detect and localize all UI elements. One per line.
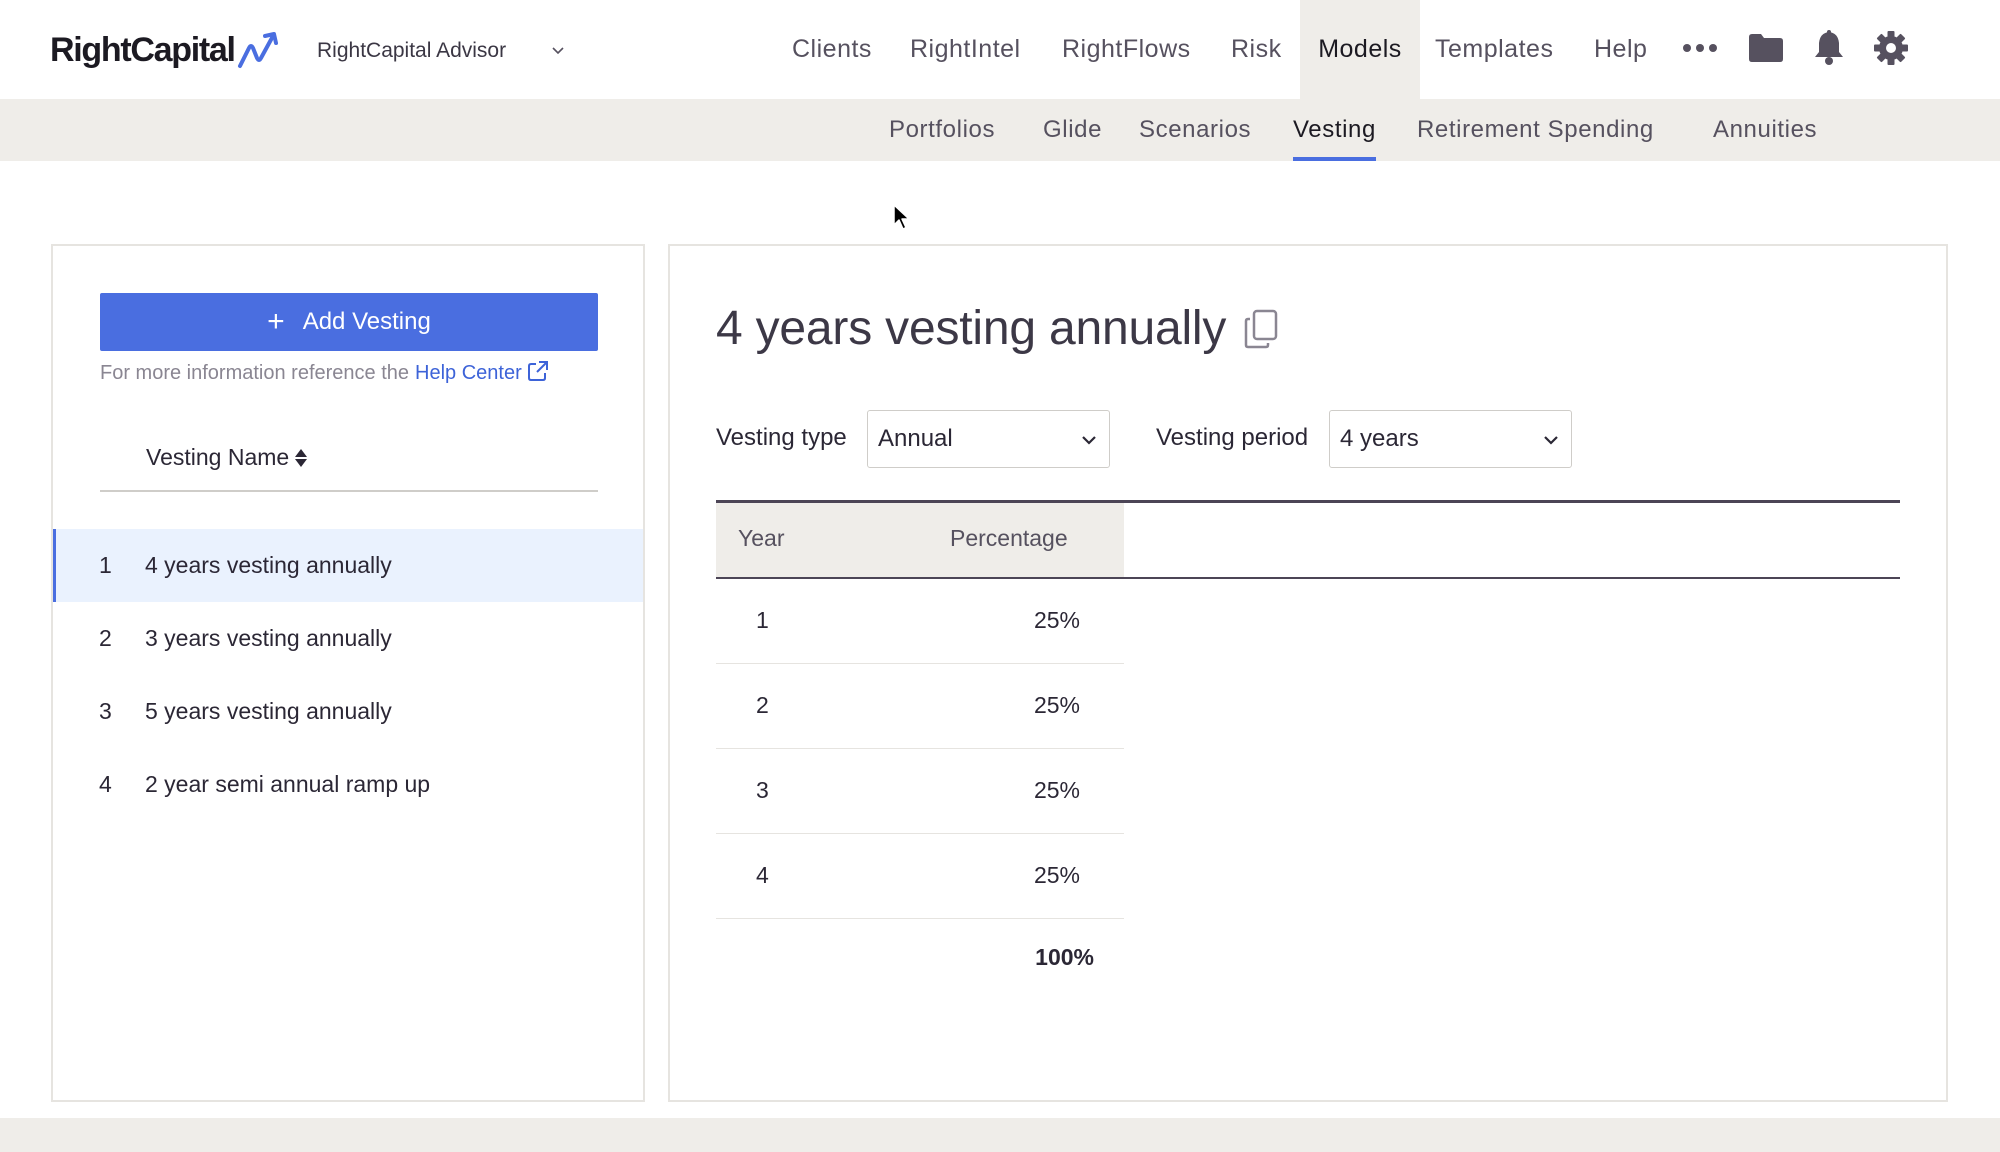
subnav-annuities[interactable]: Annuities <box>1713 99 1817 161</box>
vesting-list-panel: + Add Vesting For more information refer… <box>51 244 645 1102</box>
nav-rightflows[interactable]: RightFlows <box>1062 0 1191 99</box>
subnav-retirement-spending[interactable]: Retirement Spending <box>1417 99 1654 161</box>
vesting-period-select[interactable]: 4 years <box>1329 410 1572 468</box>
year-cell: 2 <box>756 692 769 718</box>
help-prefix-text: For more information reference the <box>100 362 410 384</box>
chevron-down-icon <box>1082 436 1096 445</box>
logo-wordmark: RightCapital <box>50 30 236 69</box>
table-row: 3 25% <box>716 749 1124 834</box>
subnav-glide[interactable]: Glide <box>1043 99 1102 161</box>
vesting-period-value: 4 years <box>1340 425 1419 452</box>
percentage-cell[interactable]: 25% <box>1034 777 1080 804</box>
rightcapital-logo[interactable]: RightCapital <box>50 30 281 70</box>
folder-icon[interactable] <box>1746 28 1786 68</box>
vesting-list-item[interactable]: 3 5 years vesting annually <box>53 675 643 748</box>
vesting-list-item[interactable]: 4 2 year semi annual ramp up <box>53 748 643 821</box>
vesting-table-header: Year Percentage <box>716 503 1124 577</box>
copy-icon[interactable] <box>1244 309 1280 349</box>
table-row: 4 25% <box>716 834 1124 919</box>
table-row: 1 25% <box>716 579 1124 664</box>
gear-icon[interactable] <box>1871 28 1911 68</box>
column-header-label: Vesting Name <box>146 444 290 470</box>
vesting-list-item[interactable]: 1 4 years vesting annually <box>53 529 643 602</box>
help-center-link[interactable]: Help Center <box>415 362 522 385</box>
vesting-type-label: Vesting type <box>716 424 847 451</box>
vesting-detail-panel: 4 years vesting annually Vesting type An… <box>668 244 1948 1102</box>
sort-icon[interactable] <box>293 446 309 470</box>
add-vesting-label: Add Vesting <box>302 308 431 335</box>
external-link-icon[interactable] <box>527 360 549 382</box>
year-column-header: Year <box>738 525 785 551</box>
nav-clients[interactable]: Clients <box>792 0 872 99</box>
nav-templates[interactable]: Templates <box>1435 0 1553 99</box>
vesting-type-select[interactable]: Annual <box>867 410 1110 468</box>
row-number: 3 <box>99 698 112 724</box>
vesting-name: 5 years vesting annually <box>145 698 392 724</box>
add-vesting-button[interactable]: + Add Vesting <box>100 293 598 351</box>
advisor-selector[interactable]: RightCapital Advisor <box>317 33 564 69</box>
subnav-scenarios[interactable]: Scenarios <box>1139 99 1251 161</box>
advisor-name: RightCapital Advisor <box>317 39 507 62</box>
bottom-strip <box>0 1118 2000 1152</box>
bell-icon[interactable] <box>1809 28 1849 68</box>
plus-icon: + <box>267 305 285 338</box>
vesting-type-value: Annual <box>878 425 953 452</box>
vesting-name: 4 years vesting annually <box>145 552 392 578</box>
percentage-column-header: Percentage <box>950 525 1068 551</box>
row-number: 4 <box>99 771 112 797</box>
subnav-portfolios[interactable]: Portfolios <box>889 99 995 161</box>
top-navbar: RightCapital RightCapital Advisor Client… <box>0 0 2000 99</box>
nav-models[interactable]: Models <box>1300 0 1420 99</box>
table-row: 2 25% <box>716 664 1124 749</box>
table-total-row: 100% <box>716 936 1124 976</box>
chevron-down-icon <box>1544 436 1558 445</box>
vesting-name: 3 years vesting annually <box>145 625 392 651</box>
percentage-cell[interactable]: 25% <box>1034 862 1080 889</box>
percentage-cell[interactable]: 25% <box>1034 692 1080 719</box>
vesting-period-label: Vesting period <box>1156 424 1309 451</box>
nav-help[interactable]: Help <box>1594 0 1647 99</box>
help-info: For more information reference the Help … <box>100 360 549 385</box>
sub-navbar: Portfolios Glide Scenarios Vesting Retir… <box>0 99 2000 161</box>
percentage-cell[interactable]: 25% <box>1034 607 1080 634</box>
chevron-down-icon <box>552 47 564 55</box>
subnav-vesting[interactable]: Vesting <box>1293 99 1376 161</box>
row-number: 2 <box>99 625 112 651</box>
mouse-cursor-icon <box>893 204 910 230</box>
nav-risk[interactable]: Risk <box>1231 0 1282 99</box>
vesting-name-column-header[interactable]: Vesting Name <box>100 436 598 492</box>
year-cell: 1 <box>756 607 769 633</box>
more-icon[interactable] <box>1680 28 1720 68</box>
logo-arrow-icon <box>237 32 278 68</box>
nav-rightintel[interactable]: RightIntel <box>910 0 1021 99</box>
vesting-title-text[interactable]: 4 years vesting annually <box>716 301 1226 356</box>
vesting-name: 2 year semi annual ramp up <box>145 771 431 797</box>
vesting-list: 1 4 years vesting annually 2 3 years ves… <box>53 529 643 821</box>
row-number: 1 <box>99 552 112 578</box>
vesting-list-item[interactable]: 2 3 years vesting annually <box>53 602 643 675</box>
detail-title: 4 years vesting annually <box>716 301 1280 356</box>
year-cell: 4 <box>756 862 769 888</box>
total-percentage: 100% <box>1035 944 1094 970</box>
year-cell: 3 <box>756 777 769 803</box>
